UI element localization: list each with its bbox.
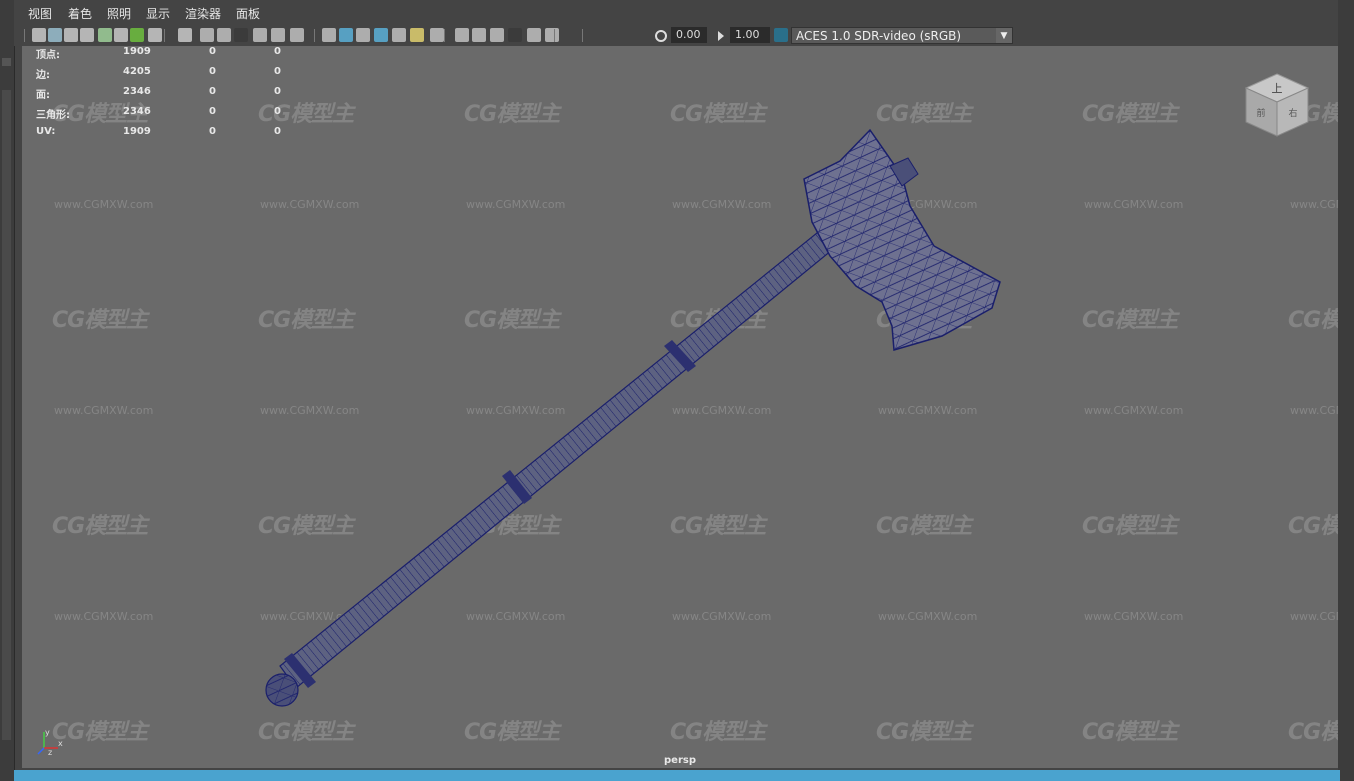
gamma-icon[interactable] [714,28,728,42]
toolbar-separator [582,29,583,42]
axe-head[interactable] [803,128,1001,351]
stat-value: 0 [209,106,216,117]
stat-value: 0 [274,126,281,137]
field-chart-icon[interactable] [217,28,231,42]
xray-joints-icon[interactable] [527,28,541,42]
textured-icon[interactable] [356,28,370,42]
axis-indicator: y x z [37,728,63,756]
lights-icon[interactable] [374,28,388,42]
smooth-shade-icon[interactable] [290,28,304,42]
grid-icon[interactable] [130,28,144,42]
menu-panels[interactable]: 面板 [236,5,260,22]
stat-value: 0 [274,86,281,97]
stat-label: 面: [36,90,50,101]
anti-alias-icon[interactable] [455,28,469,42]
perspective-viewport[interactable]: CG模型主 www.CGMXW.com CG模型主 www.CGMXW.com CG模型… [22,46,1338,768]
shadows-icon[interactable] [392,28,406,42]
stat-label: 三角形: [36,110,70,121]
left-shelf-strip [0,0,15,781]
image-plane-icon[interactable] [80,28,94,42]
xray-components-icon[interactable] [545,28,559,42]
flat-shade-icon[interactable] [322,28,336,42]
camera-select-icon[interactable] [32,28,46,42]
stat-label: 边: [36,70,50,81]
stat-label: 顶点: [36,50,60,61]
axis-x-label: x [58,739,63,748]
color-management-icon[interactable] [774,28,788,42]
colorspace-value: ACES 1.0 SDR-video (sRGB) [796,29,962,43]
axe-handle[interactable] [279,215,855,689]
axe-model[interactable] [22,46,1338,768]
exposure-field[interactable]: 0.00 [671,27,707,43]
view-cube[interactable]: 上 前 右 [1242,70,1312,140]
safe-action-icon[interactable] [234,28,248,42]
menu-lighting[interactable]: 照明 [107,5,131,22]
isolate-icon[interactable] [98,28,112,42]
right-panel-strip [1338,0,1354,781]
stat-value: 0 [209,86,216,97]
axis-y-label: y [45,728,50,737]
pencil-icon[interactable] [114,28,128,42]
camera-attributes-icon[interactable] [48,28,62,42]
film-gate-icon[interactable] [148,28,162,42]
axe-pommel[interactable] [265,673,299,707]
gate-mask-icon[interactable] [200,28,214,42]
wireframe-icon[interactable] [271,28,285,42]
toolbar-separator [314,29,315,42]
exposure-icon[interactable] [654,28,668,42]
stat-value: 1909 [123,126,151,137]
stat-value: 2346 [123,106,151,117]
stat-value: 0 [274,66,281,77]
chevron-down-icon: ▼ [996,28,1012,43]
motion-blur-icon[interactable] [430,28,444,42]
panel-menubar: 视图 着色 照明 显示 渲染器 面板 [14,0,1338,26]
stat-label: UV: [36,126,56,137]
menu-renderer[interactable]: 渲染器 [185,5,221,22]
ambient-occlusion-icon[interactable] [410,28,424,42]
side-scrollbar[interactable] [2,90,11,740]
colorspace-dropdown[interactable]: ACES 1.0 SDR-video (sRGB) ▼ [791,27,1013,44]
wireframe-on-shaded-icon[interactable] [339,28,353,42]
stat-value: 0 [274,106,281,117]
toolbar-separator [554,29,555,42]
stat-value: 0 [274,46,281,57]
time-slider-bar[interactable] [14,770,1340,781]
gamma-field[interactable]: 1.00 [730,27,770,43]
menu-shading[interactable]: 着色 [68,5,92,22]
resolution-gate-icon[interactable] [178,28,192,42]
toolbar-separator [24,29,25,42]
viewcube-top-label: 上 [1272,82,1283,95]
scroll-arrow-up[interactable] [2,58,11,66]
stat-value: 4205 [123,66,151,77]
safe-title-icon[interactable] [253,28,267,42]
stat-value: 0 [209,126,216,137]
stat-value: 0 [209,66,216,77]
stat-value: 0 [209,46,216,57]
stat-value: 2346 [123,86,151,97]
depth-of-field-icon[interactable] [472,28,486,42]
panel-toolbar: 0.00 1.00 ACES 1.0 SDR-video (sRGB) ▼ [14,26,1338,46]
isolate-select-icon[interactable] [490,28,504,42]
stat-value: 1909 [123,46,151,57]
viewcube-right-label: 右 [1288,107,1297,119]
bookmark-icon[interactable] [64,28,78,42]
menu-view[interactable]: 视图 [28,5,52,22]
toolbar-separator [444,29,445,42]
viewcube-front-label: 前 [1256,107,1265,119]
menu-show[interactable]: 显示 [146,5,170,22]
toolbar-separator [164,29,165,42]
camera-name-label: persp [664,755,696,766]
xray-icon[interactable] [508,28,522,42]
